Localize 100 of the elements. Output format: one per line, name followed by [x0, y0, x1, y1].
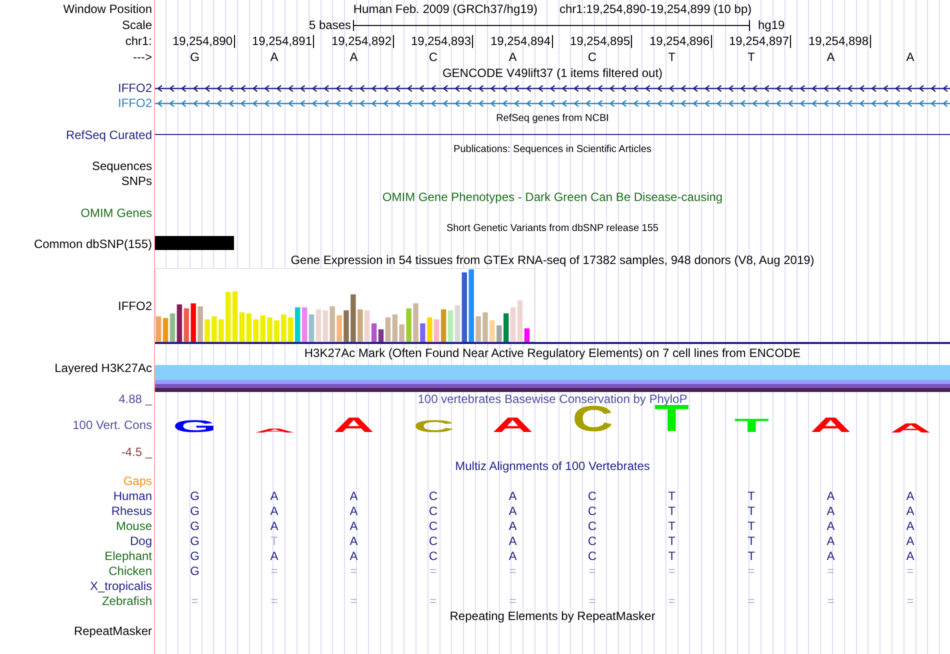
- expression-bar: [350, 294, 356, 342]
- position-number: 19,254,892: [331, 35, 392, 47]
- aligned-base: C: [428, 490, 439, 502]
- aligned-base: C: [428, 550, 439, 562]
- aligned-base: A: [269, 520, 280, 532]
- expression-bar: [476, 316, 481, 342]
- gene-label: IFFO2: [118, 300, 152, 312]
- aligned-base: C: [428, 520, 439, 532]
- aligned-base: C: [586, 504, 598, 516]
- aligned-base: =: [826, 594, 836, 606]
- aligned-base: C: [428, 534, 439, 546]
- axis-max-label: 4.88 _: [118, 393, 152, 405]
- track-title: 100 vertebrates Basewise Conservation by PhyloP: [418, 393, 688, 405]
- track-label: RepeatMasker: [74, 624, 152, 636]
- expression-bar: [427, 317, 432, 342]
- track-label: RefSeq Curated: [66, 128, 152, 140]
- aligned-base: A: [905, 490, 916, 502]
- track-label: Gaps: [123, 474, 152, 486]
- gene-label[interactable]: IFFO2: [118, 97, 152, 109]
- aligned-base: =: [906, 594, 915, 606]
- aligned-base: C: [428, 504, 439, 516]
- species-label: Dog: [130, 534, 152, 546]
- aligned-base: T: [746, 490, 756, 502]
- aligned-base: T: [667, 550, 676, 562]
- aligned-base: T: [270, 534, 279, 546]
- aligned-base: A: [508, 490, 518, 502]
- aligned-base: G: [189, 564, 200, 576]
- track-label: SNPs: [121, 175, 152, 187]
- tick-mark: [710, 34, 712, 48]
- tick-mark: [472, 34, 473, 48]
- track-title: OMIM Gene Phenotypes - Dark Green Can Be Disease-causing: [382, 191, 723, 203]
- expression-bar: [413, 303, 418, 342]
- position-number: 19,254,891: [252, 35, 312, 47]
- track-title: Publications: Sequences in Scientific Articles: [454, 145, 652, 155]
- aligned-base: A: [348, 534, 359, 546]
- aligned-base: A: [826, 520, 836, 532]
- track-label: Common dbSNP(155): [34, 238, 152, 250]
- aligned-base: G: [189, 534, 200, 546]
- species-label: Mouse: [116, 520, 152, 532]
- aligned-base: A: [905, 504, 916, 516]
- strand-label: --->: [133, 51, 152, 63]
- aligned-base: =: [667, 564, 676, 576]
- aligned-base: A: [508, 504, 518, 516]
- gene-label[interactable]: IFFO2: [118, 82, 152, 94]
- base-letter: A: [905, 51, 916, 63]
- track-title: Multiz Alignments of 100 Vertebrates: [455, 460, 650, 472]
- tick-mark: [313, 34, 314, 48]
- expression-bar: [330, 306, 335, 342]
- aligned-base: A: [826, 504, 836, 516]
- gene-feature[interactable]: [155, 84, 950, 92]
- species-label: Rhesus: [111, 504, 152, 516]
- aligned-base: T: [667, 504, 676, 516]
- position-number: 19,254,890: [172, 35, 232, 47]
- aligned-base: C: [586, 534, 598, 546]
- base-letter: A: [269, 51, 280, 63]
- expression-bar: [344, 310, 349, 342]
- aligned-base: T: [746, 550, 756, 562]
- track-title: Short Genetic Variants from dbSNP release 155: [446, 224, 658, 234]
- position-number: 19,254,897: [728, 35, 789, 47]
- aligned-base: =: [746, 594, 756, 606]
- aligned-base: A: [905, 550, 916, 562]
- base-letter: A: [508, 51, 518, 63]
- expression-bar: [358, 309, 363, 342]
- aligned-base: =: [270, 564, 279, 576]
- aligned-base: A: [826, 534, 836, 546]
- species-label: Zebrafish: [102, 594, 152, 606]
- aligned-base: =: [349, 564, 358, 576]
- aligned-base: A: [905, 534, 916, 546]
- expression-bar: [482, 312, 488, 342]
- expression-bar: [218, 319, 224, 342]
- aligned-base: C: [586, 550, 598, 562]
- aligned-base: A: [348, 504, 359, 516]
- track-label: Window Position: [63, 2, 152, 14]
- aligned-base: T: [667, 490, 676, 502]
- aligned-base: G: [189, 550, 200, 562]
- position-title: chr1:19,254,890-19,254,899 (10 bp): [559, 2, 752, 14]
- species-label: Elephant: [104, 550, 152, 562]
- expression-bar: [190, 303, 196, 342]
- aligned-base: =: [270, 594, 279, 606]
- aligned-base: G: [189, 490, 200, 502]
- logo-letter: C: [412, 420, 454, 433]
- aligned-base: A: [508, 534, 518, 546]
- track-label: Sequences: [92, 160, 152, 172]
- aligned-base: =: [508, 594, 518, 606]
- track-label: 100 Vert. Cons: [72, 419, 152, 431]
- position-number: 19,254,894: [490, 35, 550, 47]
- aligned-base: =: [349, 594, 358, 606]
- logo-letter: A: [810, 418, 852, 433]
- species-label: X_tropicalis: [90, 580, 152, 592]
- base-letter: T: [667, 51, 676, 63]
- logo-letter: T: [734, 419, 769, 433]
- aligned-base: T: [746, 504, 756, 516]
- track-title: GENCODE V49lift37 (1 items filtered out): [442, 66, 663, 78]
- aligned-base: =: [906, 564, 915, 576]
- axis-min-label: -4.5 _: [121, 446, 152, 458]
- aligned-base: C: [586, 520, 598, 532]
- base-letter: C: [428, 51, 439, 63]
- expression-bar: [204, 319, 210, 342]
- expression-bar: [212, 316, 217, 342]
- aligned-base: =: [588, 594, 597, 606]
